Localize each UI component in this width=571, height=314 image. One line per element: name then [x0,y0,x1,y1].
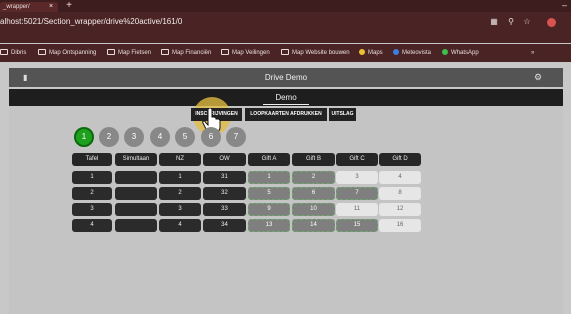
event-title-underline [263,104,309,105]
cell-gift-b[interactable]: 2 [292,171,335,184]
cell-gift-a[interactable]: 13 [248,219,290,232]
cell-gift-c[interactable]: 7 [336,187,378,200]
cell-gift-b[interactable]: 10 [292,203,335,216]
bookmark-meteovista[interactable]: Meteovista [393,48,431,58]
cell-ow: 32 [203,187,246,200]
cell-gift-c[interactable]: 3 [336,171,378,184]
round-button-2[interactable]: 2 [99,127,119,147]
bookmarks-overflow-icon[interactable]: » [531,48,534,58]
round-button-6[interactable]: 6 [201,127,221,147]
header-gift-d: Gift D [379,153,421,166]
cell-gift-a[interactable]: 5 [248,187,290,200]
bookmarks-bar: Dibris Map Ontspanning Map Fietsen Map F… [0,44,571,62]
address-bar: alhost:5021/Section_wrapper/drive%20acti… [0,12,571,43]
cell-simultaan[interactable] [115,187,157,200]
cell-gift-d[interactable]: 8 [379,187,421,200]
bookmark-maps[interactable]: Maps [359,48,383,58]
new-tab-icon[interactable]: + [64,1,74,11]
bookmark-fietsen[interactable]: Map Fietsen [107,48,151,58]
main-content: INSCHRIJVINGEN LOOPKAARTEN AFDRUKKEN UIT… [9,97,563,314]
header-gift-b: Gift B [292,153,335,166]
folder-icon [161,49,169,55]
header-ow: OW [203,153,246,166]
settings-gear-icon[interactable]: ⚙ [534,72,544,83]
cell-nz: 2 [159,187,201,200]
cell-gift-d[interactable]: 16 [379,219,421,232]
cell-gift-c[interactable]: 15 [336,219,378,232]
maps-pin-icon [359,49,365,55]
cell-ow: 34 [203,219,246,232]
cell-nz: 1 [159,171,201,184]
cell-ow: 31 [203,171,246,184]
round-button-7[interactable]: 7 [226,127,246,147]
cell-gift-b[interactable]: 6 [292,187,335,200]
cell-gift-b[interactable]: 14 [292,219,335,232]
header-gift-a: Gift A [248,153,290,166]
bookmark-veilingen[interactable]: Map Veilingen [221,48,270,58]
cell-ow: 33 [203,203,246,216]
header-simultaan: Simultaan [115,153,157,166]
cell-simultaan[interactable] [115,219,157,232]
cell-gift-d[interactable]: 4 [379,171,421,184]
header-gift-c: Gift C [336,153,378,166]
cell-gift-a[interactable]: 9 [248,203,290,216]
folder-icon [38,49,46,55]
cell-gift-d[interactable]: 12 [379,203,421,216]
cell-nz: 4 [159,219,201,232]
folder-icon [0,49,8,55]
cell-tafel: 1 [72,171,112,184]
tab-uitslag[interactable]: UITSLAG [329,108,356,121]
whatsapp-icon [442,49,448,55]
zoom-icon[interactable]: ⚲ [505,15,517,29]
cell-gift-c[interactable]: 11 [336,203,378,216]
cell-tafel: 3 [72,203,112,216]
weather-icon [393,49,399,55]
cell-tafel: 4 [72,219,112,232]
bookmark-dibris[interactable]: Dibris [0,48,26,58]
tab-loopkaarten-afdrukken[interactable]: LOOPKAARTEN AFDRUKKEN [245,108,327,121]
cell-nz: 3 [159,203,201,216]
url-field[interactable]: alhost:5021/Section_wrapper/drive%20acti… [0,15,300,29]
bookmark-ontspanning[interactable]: Map Ontspanning [38,48,96,58]
profile-icon[interactable] [547,18,556,27]
translate-icon[interactable]: ▦ [488,15,500,29]
round-button-3[interactable]: 3 [124,127,144,147]
header-nz: NZ [159,153,201,166]
folder-icon [221,49,229,55]
cell-simultaan[interactable] [115,171,157,184]
header-tafel: Tafel [72,153,112,166]
app-header: ▮ Drive Demo ⚙ [9,68,563,87]
browser-tab-bar: _wrapper/ × + – [0,0,571,12]
cell-tafel: 2 [72,187,112,200]
round-button-1[interactable]: 1 [74,127,94,147]
round-button-4[interactable]: 4 [150,127,170,147]
close-tab-icon[interactable]: × [46,2,56,12]
bookmark-financien[interactable]: Map Financiën [161,48,211,58]
bookmark-website-bouwen[interactable]: Map Website bouwen [281,48,350,58]
event-bar: Demo [9,89,563,106]
cell-gift-a[interactable]: 1 [248,171,290,184]
folder-icon [107,49,115,55]
browser-tab-title: _wrapper/ [3,4,30,10]
folder-icon [281,49,289,55]
round-button-5[interactable]: 5 [175,127,195,147]
app-title: Drive Demo [264,73,308,82]
cell-simultaan[interactable] [115,203,157,216]
bookmark-star-icon[interactable]: ☆ [521,15,533,29]
bookmark-whatsapp[interactable]: WhatsApp [442,48,479,58]
minimize-icon[interactable]: – [558,0,571,12]
